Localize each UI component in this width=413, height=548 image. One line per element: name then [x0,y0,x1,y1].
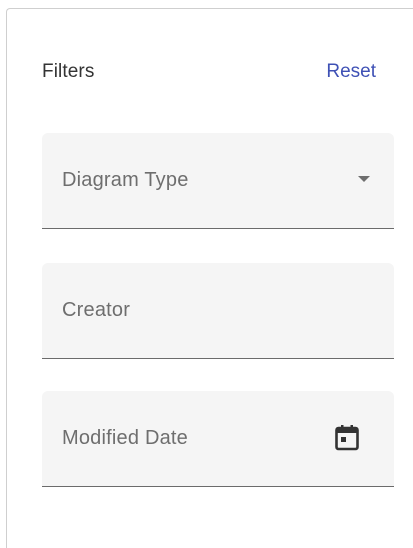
creator-label: Creator [62,299,131,321]
creator-field[interactable]: Creator [42,263,394,359]
diagram-type-label: Diagram Type [62,169,189,191]
filters-header: Filters Reset [7,9,413,139]
reset-button[interactable]: Reset [326,61,376,83]
modified-date-field[interactable]: Modified Date [42,391,394,487]
diagram-type-select[interactable]: Diagram Type [42,133,394,229]
filters-title: Filters [42,61,95,82]
calendar-icon[interactable] [335,425,359,451]
filters-panel: Filters Reset Diagram Type Creator Modif… [6,8,413,548]
dropdown-arrow-icon[interactable] [358,176,370,182]
modified-date-label: Modified Date [62,427,188,449]
